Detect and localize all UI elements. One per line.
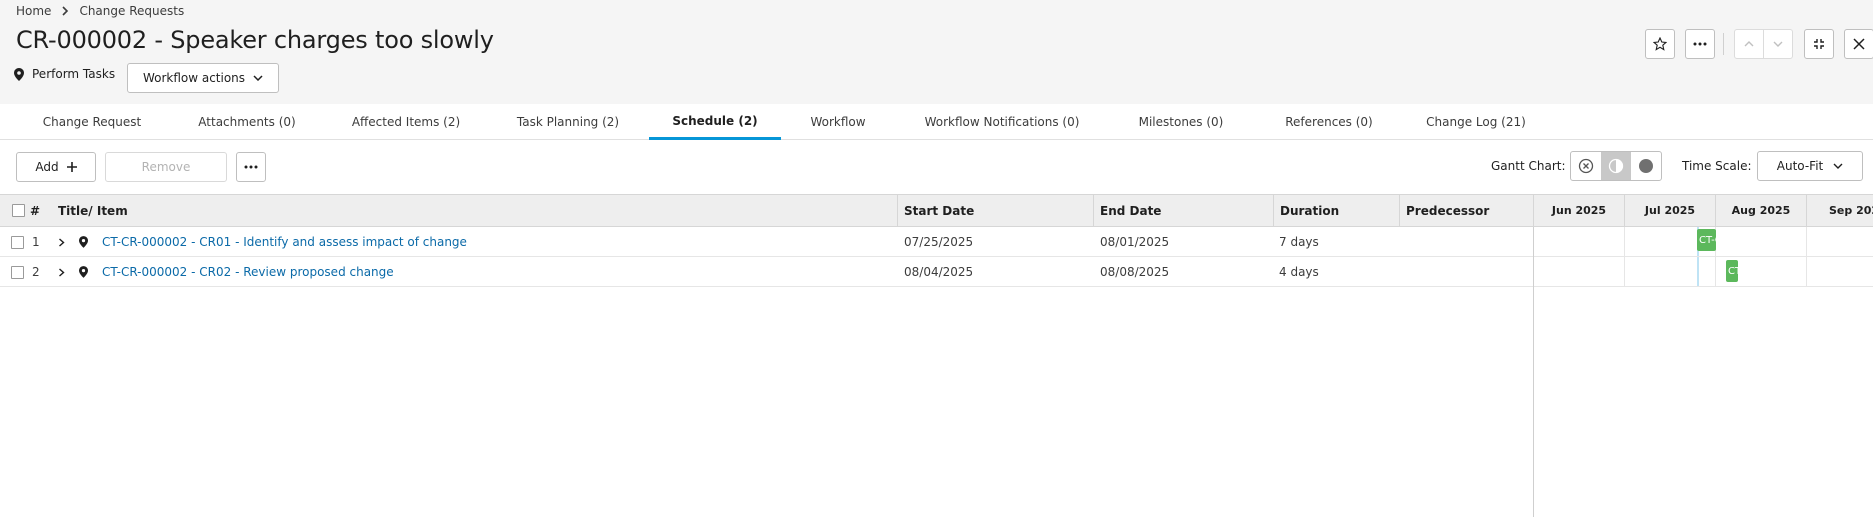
task-type-icon xyxy=(79,227,88,257)
star-icon xyxy=(1653,37,1667,51)
remove-button-label: Remove xyxy=(141,160,191,174)
task-title-link[interactable]: CT-CR-000002 - CR02 - Review proposed ch… xyxy=(102,257,394,287)
expand-row-button[interactable] xyxy=(58,227,65,257)
gantt-month-header: Sep 2025 xyxy=(1806,195,1873,226)
row-number: 2 xyxy=(32,265,40,279)
close-circle-icon xyxy=(1578,158,1594,174)
filled-circle-icon xyxy=(1639,159,1653,173)
expand-row-button[interactable] xyxy=(58,257,65,287)
previous-record-button[interactable] xyxy=(1734,29,1764,59)
gantt-row: CT-C xyxy=(1534,227,1873,257)
add-button[interactable]: Add xyxy=(16,152,96,182)
row-select-cell xyxy=(11,257,24,287)
time-scale-label: Time Scale: xyxy=(1682,159,1752,173)
chevron-down-icon xyxy=(253,75,263,81)
breadcrumb: Home Change Requests xyxy=(16,3,184,19)
breadcrumb-current[interactable]: Change Requests xyxy=(79,4,184,18)
col-header-start-date[interactable]: Start Date xyxy=(897,195,1093,226)
col-header-predecessor[interactable]: Predecessor xyxy=(1399,195,1533,226)
minimize-icon xyxy=(1814,39,1824,49)
workflow-actions-label: Workflow actions xyxy=(142,71,246,85)
table-row[interactable]: 2 CT-CR-000002 - CR02 - Review proposed … xyxy=(0,257,1533,287)
gantt-month-header: Aug 2025 xyxy=(1715,195,1806,226)
duration-cell: 7 days xyxy=(1279,235,1319,249)
map-pin-icon xyxy=(79,266,88,278)
map-pin-icon xyxy=(14,67,24,81)
chevron-down-icon xyxy=(1833,163,1843,169)
close-icon xyxy=(1853,38,1865,50)
map-pin-icon xyxy=(79,236,88,248)
col-header-num: # xyxy=(30,203,41,218)
chevron-right-icon xyxy=(59,237,65,247)
tab-change-log[interactable]: Change Log (21) xyxy=(1416,104,1536,140)
time-scale-value: Auto-Fit xyxy=(1776,159,1824,173)
more-options-button[interactable] xyxy=(1685,29,1715,59)
tab-milestones[interactable]: Milestones (0) xyxy=(1122,104,1240,140)
task-title-link[interactable]: CT-CR-000002 - CR01 - Identify and asses… xyxy=(102,227,467,257)
chevron-right-icon xyxy=(59,267,65,277)
table-row[interactable]: 1 CT-CR-000002 - CR01 - Identify and ass… xyxy=(0,227,1533,257)
gantt-task-bar[interactable]: CT xyxy=(1726,260,1738,282)
gantt-split-option[interactable] xyxy=(1601,152,1631,180)
col-header-duration[interactable]: Duration xyxy=(1273,195,1399,226)
workflow-state-label: Perform Tasks xyxy=(32,67,116,81)
tab-bar: Change Request Attachments (0) Affected … xyxy=(0,104,1873,140)
chevron-up-icon xyxy=(1744,41,1754,47)
tab-affected-items[interactable]: Affected Items (2) xyxy=(336,104,476,140)
gantt-month-header: Jul 2025 xyxy=(1624,195,1715,226)
tab-task-planning[interactable]: Task Planning (2) xyxy=(498,104,638,140)
ellipsis-icon xyxy=(1693,42,1707,46)
row-checkbox[interactable] xyxy=(11,265,24,279)
gantt-view-toggle xyxy=(1570,151,1662,181)
tab-attachments[interactable]: Attachments (0) xyxy=(176,104,318,140)
start-date-cell: 07/25/2025 xyxy=(904,235,974,249)
gantt-task-bar[interactable]: CT-C xyxy=(1697,229,1716,251)
end-date-cell: 08/01/2025 xyxy=(1100,235,1170,249)
collapse-view-button[interactable] xyxy=(1804,29,1834,59)
gantt-month-header: Jun 2025 xyxy=(1533,195,1624,226)
tab-schedule[interactable]: Schedule (2) xyxy=(649,104,781,140)
row-number: 1 xyxy=(32,235,40,249)
start-date-cell: 08/04/2025 xyxy=(904,265,974,279)
close-button[interactable] xyxy=(1844,29,1873,59)
col-header-end-date[interactable]: End Date xyxy=(1093,195,1273,226)
page-header: Home Change Requests CR-000002 - Speaker… xyxy=(0,0,1873,104)
gantt-hide-option[interactable] xyxy=(1571,152,1601,180)
next-record-button[interactable] xyxy=(1763,29,1793,59)
workflow-actions-button[interactable]: Workflow actions xyxy=(127,63,279,93)
add-button-label: Add xyxy=(35,160,59,174)
tab-change-request[interactable]: Change Request xyxy=(22,104,162,140)
row-select-cell xyxy=(11,227,24,257)
gantt-row: CT xyxy=(1534,257,1873,287)
breadcrumb-home[interactable]: Home xyxy=(16,4,51,18)
page-title: CR-000002 - Speaker charges too slowly xyxy=(16,26,494,54)
gantt-chart: CT-C CT xyxy=(1533,227,1873,517)
chevron-down-icon xyxy=(1773,41,1783,47)
end-date-cell: 08/08/2025 xyxy=(1100,265,1170,279)
toolbar-more-button[interactable] xyxy=(236,152,266,182)
duration-cell: 4 days xyxy=(1279,265,1319,279)
half-circle-icon xyxy=(1608,158,1624,174)
grid-header: # Title/ Item Start Date End Date Durati… xyxy=(0,194,1873,227)
gantt-chart-label: Gantt Chart: xyxy=(1491,159,1566,173)
row-checkbox[interactable] xyxy=(11,235,24,249)
tab-workflow-notifications[interactable]: Workflow Notifications (0) xyxy=(904,104,1100,140)
header-divider xyxy=(1723,33,1724,55)
remove-button[interactable]: Remove xyxy=(105,152,227,182)
bookmark-button[interactable] xyxy=(1645,29,1675,59)
plus-icon xyxy=(66,162,77,172)
tab-references[interactable]: References (0) xyxy=(1266,104,1392,140)
tab-workflow[interactable]: Workflow xyxy=(790,104,886,140)
gantt-full-option[interactable] xyxy=(1631,152,1661,180)
chevron-right-icon xyxy=(61,6,69,16)
workflow-state: Perform Tasks xyxy=(14,67,115,81)
col-header-title[interactable]: Title/ Item xyxy=(52,195,897,226)
time-scale-select[interactable]: Auto-Fit xyxy=(1757,151,1863,181)
task-type-icon xyxy=(79,257,88,287)
ellipsis-icon xyxy=(244,165,258,169)
